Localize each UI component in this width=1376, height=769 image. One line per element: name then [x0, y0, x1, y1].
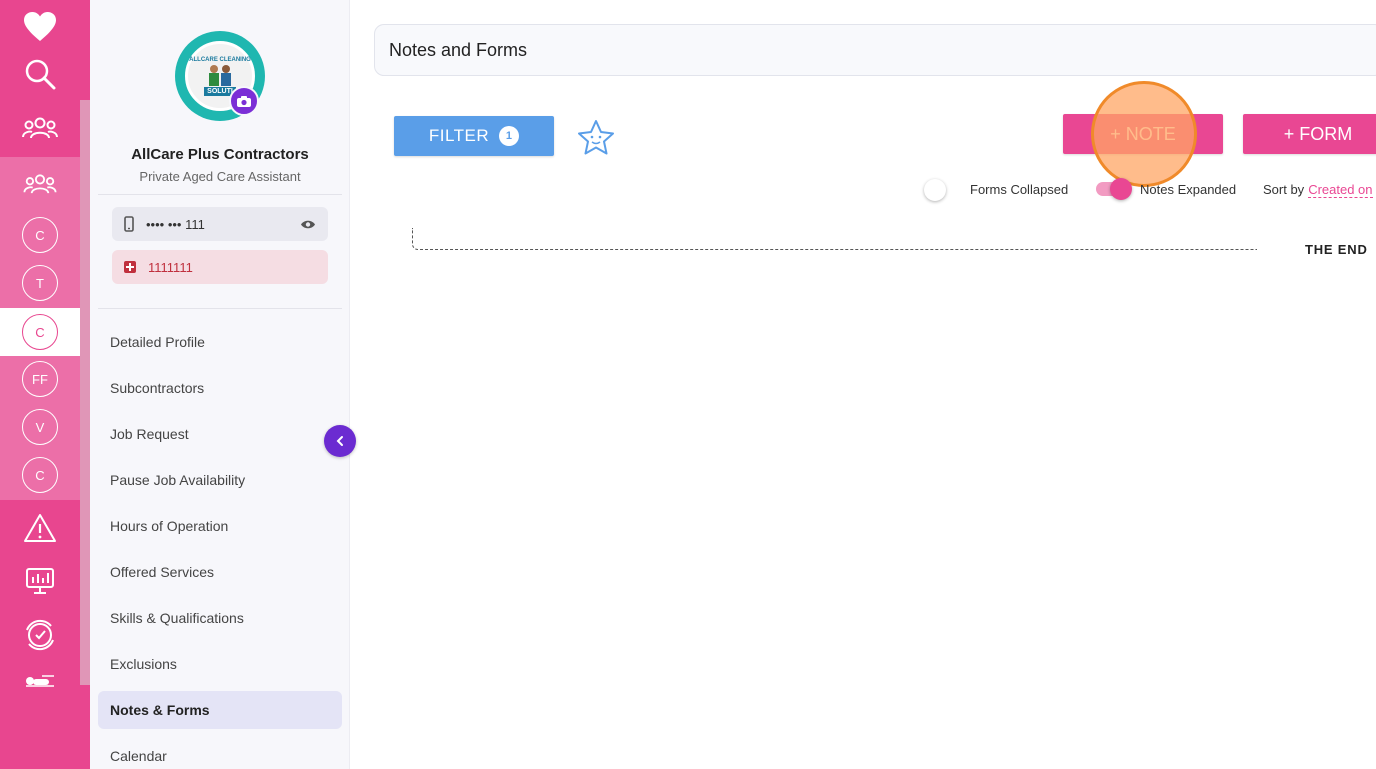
menu-item-hours-of-operation[interactable]: Hours of Operation [98, 507, 342, 545]
medical-cross-icon [124, 261, 136, 273]
profile-name: AllCare Plus Contractors [131, 146, 309, 163]
collapse-panel-button[interactable] [324, 425, 356, 457]
notes-expanded-toggle[interactable] [1096, 178, 1132, 200]
recent-contact-ff[interactable]: FF [0, 357, 80, 401]
menu-item-offered-services[interactable]: Offered Services [98, 553, 342, 591]
avatar-people-image [209, 64, 231, 86]
menu-item-exclusions[interactable]: Exclusions [98, 645, 342, 683]
divider [98, 308, 342, 309]
favourite-star-icon[interactable] [576, 118, 616, 158]
sleep-icon[interactable] [0, 668, 80, 692]
filter-count-badge: 1 [499, 126, 520, 146]
search-icon[interactable] [0, 54, 80, 94]
forms-collapsed-toggle[interactable] [924, 179, 946, 201]
chevron-left-icon [336, 436, 343, 446]
circle-initial: C [22, 314, 58, 350]
recent-contact-v[interactable]: V [0, 405, 80, 449]
menu-item-calendar[interactable]: Calendar [98, 737, 342, 769]
circle-initial: V [22, 409, 58, 445]
add-note-button[interactable]: + NOTE [1063, 114, 1223, 154]
toggle-knob [1110, 178, 1132, 200]
divider [98, 194, 342, 195]
camera-icon[interactable] [229, 86, 259, 116]
recent-contact-c2-active[interactable]: C [0, 310, 80, 354]
menu-item-subcontractors[interactable]: Subcontractors [98, 369, 342, 407]
menu-item-skills-qualifications[interactable]: Skills & Qualifications [98, 599, 342, 637]
menu-item-detailed-profile[interactable]: Detailed Profile [98, 323, 342, 361]
eye-icon[interactable] [300, 219, 316, 230]
timeline-end-label: THE END [1305, 242, 1368, 257]
recent-contact-t[interactable]: T [0, 261, 80, 305]
forms-collapsed-label: Forms Collapsed [970, 182, 1069, 197]
sort-label: Sort by [1263, 182, 1305, 197]
profile-role: Private Aged Care Assistant [139, 169, 301, 184]
phone-icon [124, 216, 134, 232]
rail-scrollbar[interactable] [80, 100, 90, 685]
filter-button[interactable]: FILTER 1 [394, 116, 554, 156]
recent-contact-c3[interactable]: C [0, 453, 80, 497]
recent-contact-c1[interactable]: C [0, 213, 80, 257]
ndis-field[interactable]: 1111111 [112, 250, 328, 284]
profile-panel: ALLCARE CLEANING SOLUTI AllCare Plus Con… [90, 0, 350, 769]
menu-item-notes-forms[interactable]: Notes & Forms [98, 691, 342, 729]
page-header: Notes and Forms [374, 24, 1376, 76]
phone-field[interactable]: •••• ••• 111 [112, 207, 328, 241]
filter-button-label: FILTER [428, 126, 490, 145]
phone-value: •••• ••• 111 [146, 216, 205, 232]
circle-initial: C [22, 217, 58, 253]
ndis-value: 1111111 [148, 259, 193, 275]
circle-initial: FF [22, 361, 58, 397]
add-form-button[interactable]: + FORM [1243, 114, 1376, 154]
group-icon-2[interactable] [0, 164, 80, 204]
menu-item-job-request[interactable]: Job Request [98, 415, 342, 453]
timer-refresh-icon[interactable] [0, 614, 80, 656]
page-title: Notes and Forms [389, 39, 528, 60]
menu-item-pause-job-availability[interactable]: Pause Job Availability [98, 461, 342, 499]
heart-icon[interactable] [0, 6, 80, 48]
dashboard-icon[interactable] [0, 561, 80, 601]
sort-value[interactable]: Created on [1308, 182, 1373, 198]
sort-control[interactable]: Sort by Created on [1263, 182, 1373, 198]
circle-initial: C [22, 457, 58, 493]
group-icon[interactable] [0, 108, 80, 148]
notes-timeline [412, 228, 1257, 250]
notes-expanded-label: Notes Expanded [1140, 182, 1237, 197]
warning-icon[interactable] [0, 508, 80, 548]
icon-rail: C T C FF V C [0, 0, 90, 769]
circle-initial: T [22, 265, 58, 301]
